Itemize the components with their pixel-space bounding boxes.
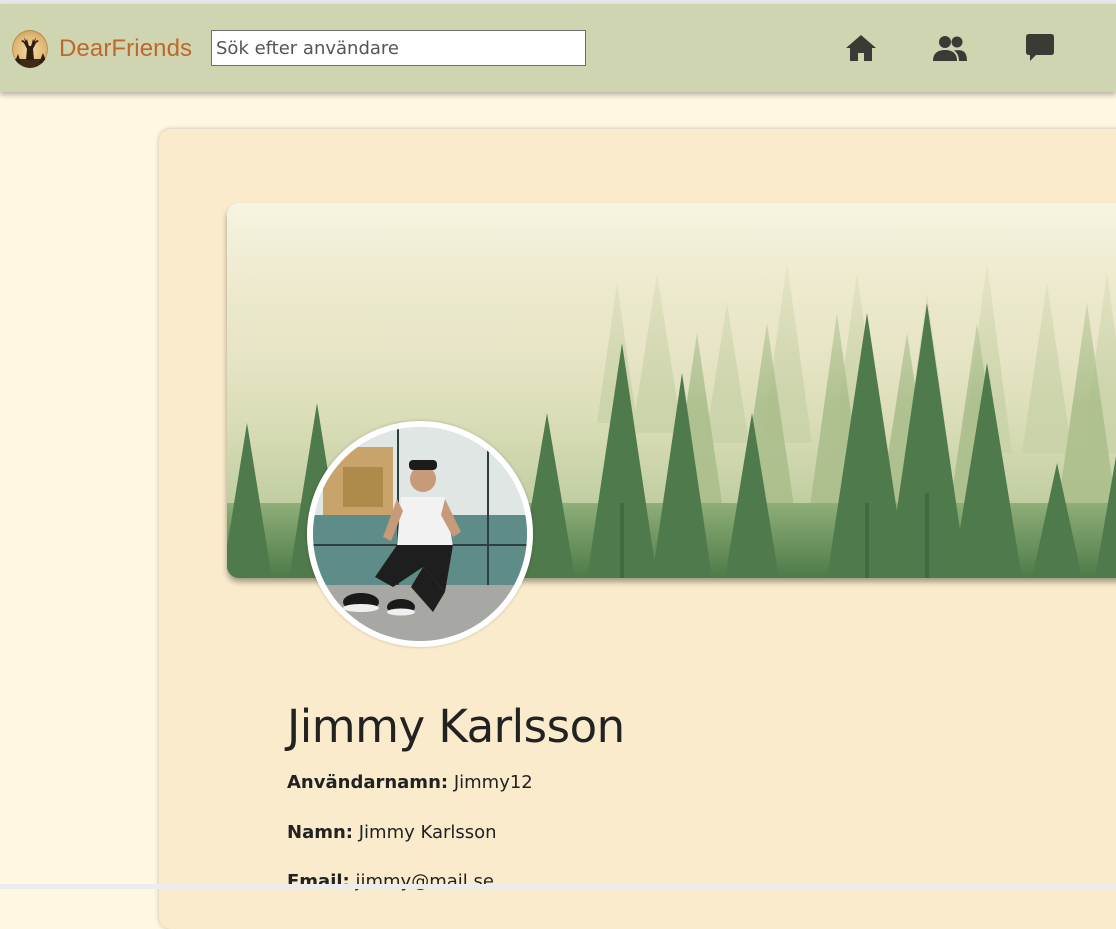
chat-icon[interactable] bbox=[1022, 31, 1058, 65]
username-row: Användarnamn: Jimmy12 bbox=[287, 772, 533, 793]
name-row: Namn: Jimmy Karlsson bbox=[287, 822, 497, 843]
username-label: Användarnamn: bbox=[287, 772, 449, 793]
profile-name: Jimmy Karlsson bbox=[287, 700, 625, 753]
search-input[interactable] bbox=[211, 30, 586, 66]
people-icon[interactable] bbox=[932, 31, 968, 65]
brand-name: DearFriends bbox=[59, 35, 193, 62]
name-value: Jimmy Karlsson bbox=[358, 822, 497, 843]
home-icon[interactable] bbox=[843, 31, 879, 65]
avatar bbox=[307, 421, 533, 647]
username-value: Jimmy12 bbox=[453, 772, 533, 793]
name-label: Namn: bbox=[287, 822, 353, 843]
navbar: DearFriends bbox=[0, 4, 1116, 92]
deer-logo-icon bbox=[12, 30, 48, 68]
window-bottom-border bbox=[0, 884, 1116, 889]
brand-link[interactable]: DearFriends bbox=[12, 29, 192, 69]
